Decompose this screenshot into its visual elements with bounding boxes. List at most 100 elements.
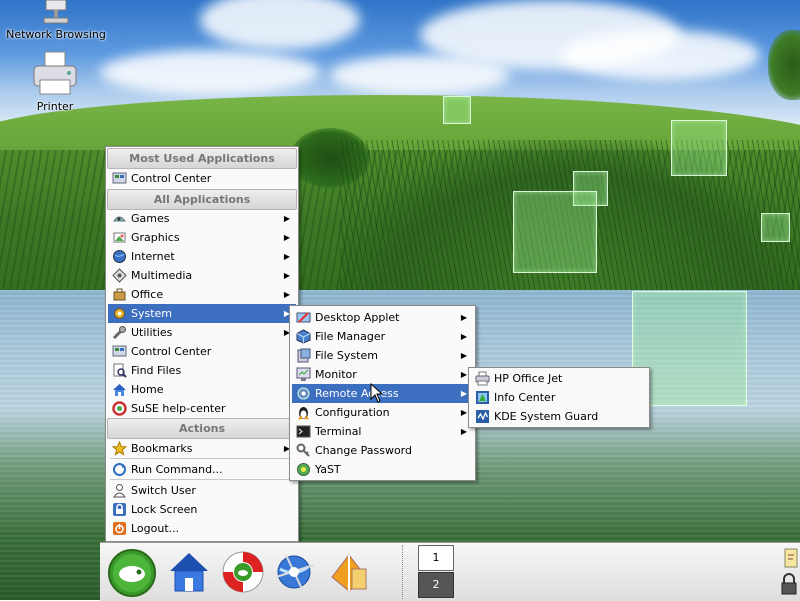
submenu-arrow-icon: ▶: [460, 370, 467, 379]
panel-handle[interactable]: [402, 545, 406, 599]
menu-item-info-center[interactable]: Info Center: [471, 388, 647, 407]
home-icon: [112, 382, 127, 397]
change-password-icon: [296, 443, 311, 458]
office-launcher[interactable]: [322, 547, 376, 597]
menu-item-bookmarks[interactable]: Bookmarks ▶: [108, 439, 296, 458]
graphics-icon: [112, 230, 127, 245]
kde-system-guard-icon: [475, 409, 490, 424]
home-folder-icon: [170, 553, 208, 592]
control-center-icon: [112, 171, 127, 186]
wallpaper-square: [761, 213, 790, 242]
submenu-arrow-icon: ▶: [460, 427, 467, 436]
submenu-arrow-icon: ▶: [460, 408, 467, 417]
menu-item-switch-user[interactable]: Switch User: [108, 481, 296, 500]
menu-item-kde-system-guard[interactable]: KDE System Guard: [471, 407, 647, 426]
pager-desktop-2[interactable]: 2: [418, 572, 454, 598]
menu-item-office[interactable]: Office ▶: [108, 285, 296, 304]
pager-desktop-1[interactable]: 1: [418, 545, 454, 571]
yast-icon: [296, 462, 311, 477]
menu-item-run-command[interactable]: Run Command...: [108, 460, 296, 479]
konqueror-icon: [275, 554, 315, 590]
menu-item-control-center-2[interactable]: Control Center: [108, 342, 296, 361]
menu-item-internet[interactable]: Internet ▶: [108, 247, 296, 266]
most-used-header: Most Used Applications: [107, 148, 297, 169]
games-icon: [112, 211, 127, 226]
office-suite-icon: [331, 554, 367, 592]
file-manager-icon: [296, 329, 311, 344]
menu-item-yast[interactable]: YaST: [292, 460, 473, 479]
menu-item-monitor[interactable]: Monitor ▶: [292, 365, 473, 384]
remote-access-icon: [296, 386, 311, 401]
info-center-icon: [475, 390, 490, 405]
menu-separator: [110, 458, 294, 459]
file-system-icon: [296, 348, 311, 363]
menu-item-multimedia[interactable]: Multimedia ▶: [108, 266, 296, 285]
menu-item-find-files[interactable]: Find Files: [108, 361, 296, 380]
multimedia-icon: [112, 268, 127, 283]
network-browsing-desktop-icon[interactable]: Network Browsing: [4, 0, 108, 41]
printer-label: Printer: [36, 100, 74, 113]
switch-user-icon: [112, 483, 127, 498]
start-menu: Most Used Applications Control Center Al…: [105, 146, 299, 542]
utilities-icon: [112, 325, 127, 340]
all-applications-header: All Applications: [107, 189, 297, 210]
printer-desktop-icon[interactable]: Printer: [20, 50, 90, 113]
menu-item-suse-help-center[interactable]: SuSE help-center: [108, 399, 296, 418]
internet-icon: [112, 249, 127, 264]
menu-item-desktop-applet[interactable]: Desktop Applet ▶: [292, 308, 473, 327]
printer-icon: [33, 51, 77, 95]
konqueror-launcher[interactable]: [268, 547, 322, 597]
system-icon: [112, 306, 127, 321]
submenu-arrow-icon: ▶: [283, 252, 290, 261]
menu-item-file-system[interactable]: File System ▶: [292, 346, 473, 365]
submenu-arrow-icon: ▶: [283, 290, 290, 299]
desktop-applet-icon: [296, 310, 311, 325]
submenu-arrow-icon: ▶: [460, 389, 467, 398]
menu-item-control-center[interactable]: Control Center: [108, 169, 296, 188]
network-browsing-icon: [43, 0, 69, 24]
suse-logo-icon: [108, 549, 156, 597]
menu-item-change-password[interactable]: Change Password: [292, 441, 473, 460]
lock-tray-icon[interactable]: [780, 573, 798, 597]
menu-item-system[interactable]: System ▶: [108, 304, 296, 323]
submenu-arrow-icon: ▶: [283, 214, 290, 223]
menu-item-hp-office-jet[interactable]: HP Office Jet: [471, 369, 647, 388]
find-files-icon: [112, 363, 127, 378]
hp-office-jet-icon: [475, 371, 490, 386]
logout-icon: [112, 521, 127, 536]
bookmarks-icon: [111, 440, 128, 456]
help-launcher[interactable]: [216, 547, 270, 597]
suse-menu-button[interactable]: [104, 547, 160, 597]
menu-item-terminal[interactable]: Terminal ▶: [292, 422, 473, 441]
lifebuoy-icon: [222, 551, 264, 593]
menu-item-home[interactable]: Home: [108, 380, 296, 399]
menu-item-lock-screen[interactable]: Lock Screen: [108, 500, 296, 519]
wallpaper-square: [513, 191, 597, 273]
menu-item-utilities[interactable]: Utilities ▶: [108, 323, 296, 342]
menu-item-configuration[interactable]: Configuration ▶: [292, 403, 473, 422]
taskbar-panel: 1 2: [100, 542, 800, 601]
submenu-arrow-icon: ▶: [460, 351, 467, 360]
menu-item-file-manager[interactable]: File Manager ▶: [292, 327, 473, 346]
menu-item-games[interactable]: Games ▶: [108, 209, 296, 228]
mouse-cursor-icon: [370, 383, 384, 403]
control-center-icon: [112, 344, 127, 359]
menu-separator: [110, 479, 294, 480]
submenu-arrow-icon: ▶: [460, 313, 467, 322]
monitor-icon: [296, 367, 311, 382]
terminal-icon: [296, 424, 311, 439]
kgpg-tray-icon[interactable]: [784, 547, 798, 569]
network-browsing-label: Network Browsing: [6, 28, 106, 41]
configuration-icon: [296, 405, 311, 420]
desktop-pager: 1 2: [416, 545, 456, 599]
help-center-icon: [112, 401, 127, 416]
wallpaper-square: [443, 96, 471, 124]
submenu-arrow-icon: ▶: [283, 233, 290, 242]
office-icon: [112, 287, 127, 302]
home-launcher[interactable]: [162, 547, 216, 597]
run-command-icon: [112, 462, 127, 477]
menu-item-graphics[interactable]: Graphics ▶: [108, 228, 296, 247]
lock-screen-icon: [112, 502, 127, 517]
wallpaper-square: [671, 120, 727, 176]
menu-item-logout[interactable]: Logout...: [108, 519, 296, 538]
